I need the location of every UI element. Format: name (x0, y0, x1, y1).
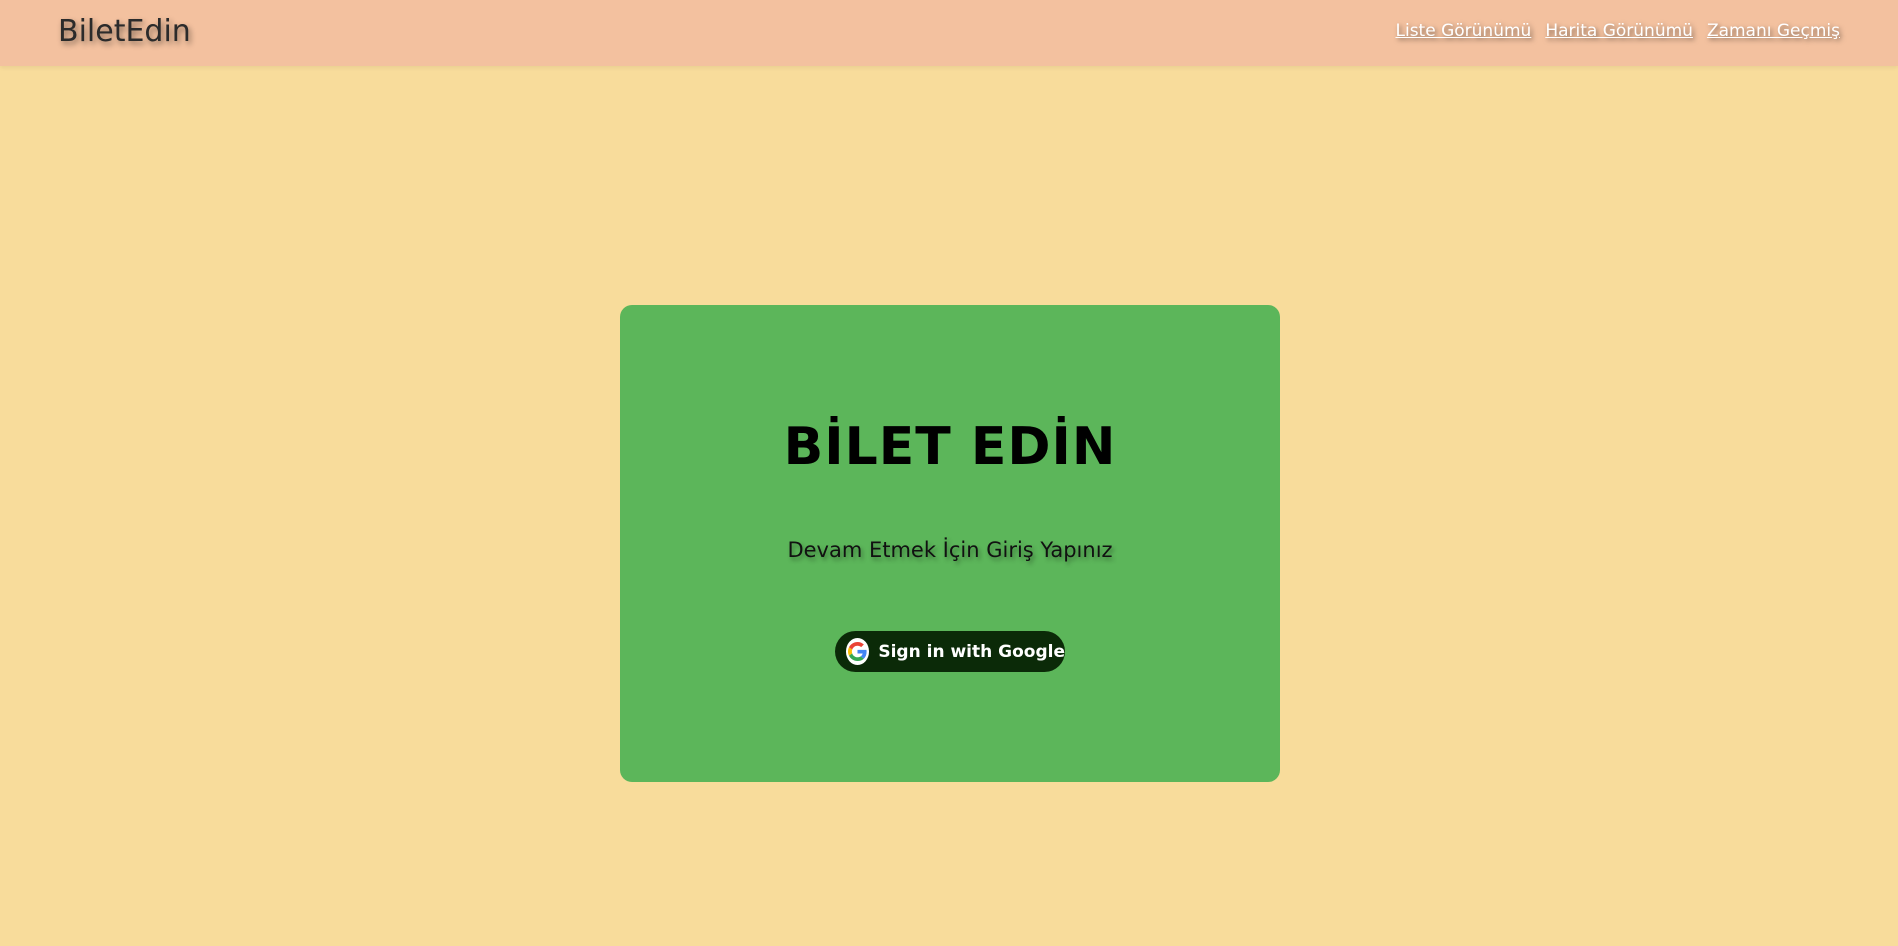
login-subtitle: Devam Etmek İçin Giriş Yapınız (787, 538, 1113, 562)
nav-links: Liste Görünümü Harita Görünümü Zamanı Ge… (1396, 21, 1841, 41)
brand-logo[interactable]: BiletEdin (58, 14, 191, 49)
nav-link-list-view[interactable]: Liste Görünümü (1396, 21, 1532, 41)
login-card: BİLET EDİN Devam Etmek İçin Giriş Yapını… (620, 305, 1280, 782)
google-sign-in-button[interactable]: Sign in with Google (835, 631, 1065, 672)
nav-link-map-view[interactable]: Harita Görünümü (1545, 21, 1693, 41)
navbar: BiletEdin Liste Görünümü Harita Görünümü… (0, 0, 1898, 66)
nav-link-past-events[interactable]: Zamanı Geçmiş (1707, 21, 1840, 41)
login-title: BİLET EDİN (783, 417, 1117, 477)
google-icon (846, 638, 870, 665)
google-sign-in-label: Sign in with Google (878, 641, 1065, 662)
